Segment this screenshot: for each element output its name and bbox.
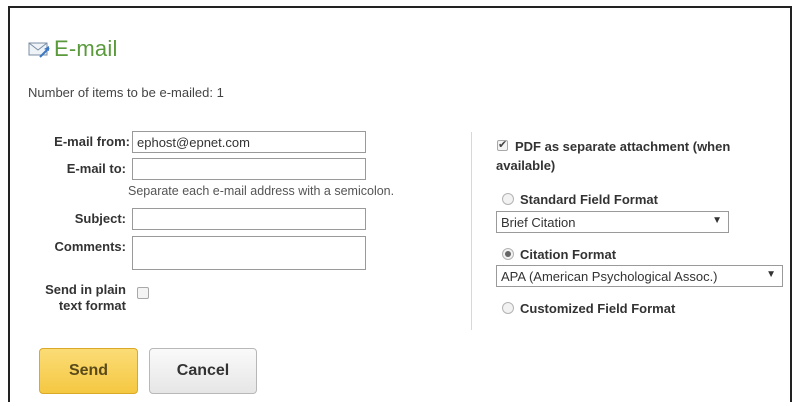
customized-field-format-label: Customized Field Format bbox=[520, 301, 676, 316]
subject-label: Subject: bbox=[74, 211, 126, 226]
email-from-label: E-mail from: bbox=[54, 134, 130, 149]
email-dialog: E-mail Number of items to be e-mailed: 1… bbox=[8, 6, 792, 402]
send-button[interactable]: Send bbox=[39, 348, 138, 394]
triangle-down-icon: ▼ bbox=[712, 215, 722, 226]
customized-field-format-radio[interactable] bbox=[502, 302, 514, 314]
subject-field[interactable] bbox=[132, 208, 366, 230]
email-envelope-icon bbox=[28, 40, 50, 58]
dialog-header: E-mail bbox=[28, 36, 118, 62]
dialog-title: E-mail bbox=[54, 36, 118, 61]
standard-field-format-value: Brief Citation bbox=[501, 215, 576, 230]
citation-format-select[interactable]: APA (American Psychological Assoc.) ▼ bbox=[496, 265, 783, 287]
plain-text-label-line2: text format bbox=[58, 298, 126, 313]
comments-field[interactable] bbox=[132, 236, 366, 270]
standard-field-format-label: Standard Field Format bbox=[520, 192, 658, 207]
email-to-hint: Separate each e-mail address with a semi… bbox=[128, 184, 395, 198]
email-to-label: E-mail to: bbox=[66, 161, 126, 176]
column-divider bbox=[471, 132, 472, 330]
standard-field-format-radio[interactable] bbox=[502, 193, 514, 205]
pdf-attachment-label-cont: available) bbox=[496, 158, 556, 173]
citation-format-value: APA (American Psychological Assoc.) bbox=[501, 269, 718, 284]
plain-text-checkbox[interactable] bbox=[137, 287, 149, 299]
standard-field-format-select[interactable]: Brief Citation ▼ bbox=[496, 211, 729, 233]
comments-label: Comments: bbox=[54, 239, 126, 254]
citation-format-label: Citation Format bbox=[520, 247, 617, 262]
triangle-down-icon: ▼ bbox=[766, 269, 776, 280]
email-to-field[interactable] bbox=[132, 158, 366, 180]
citation-format-radio[interactable] bbox=[502, 248, 514, 260]
pdf-attachment-label: PDF as separate attachment (when bbox=[515, 139, 731, 154]
cancel-button[interactable]: Cancel bbox=[149, 348, 257, 394]
email-from-field[interactable] bbox=[132, 131, 366, 153]
plain-text-label: Send in plain text format bbox=[20, 282, 126, 314]
item-count-text: Number of items to be e-mailed: 1 bbox=[28, 85, 224, 100]
pdf-attachment-checkbox[interactable] bbox=[497, 138, 508, 151]
plain-text-label-line1: Send in plain bbox=[45, 282, 126, 297]
